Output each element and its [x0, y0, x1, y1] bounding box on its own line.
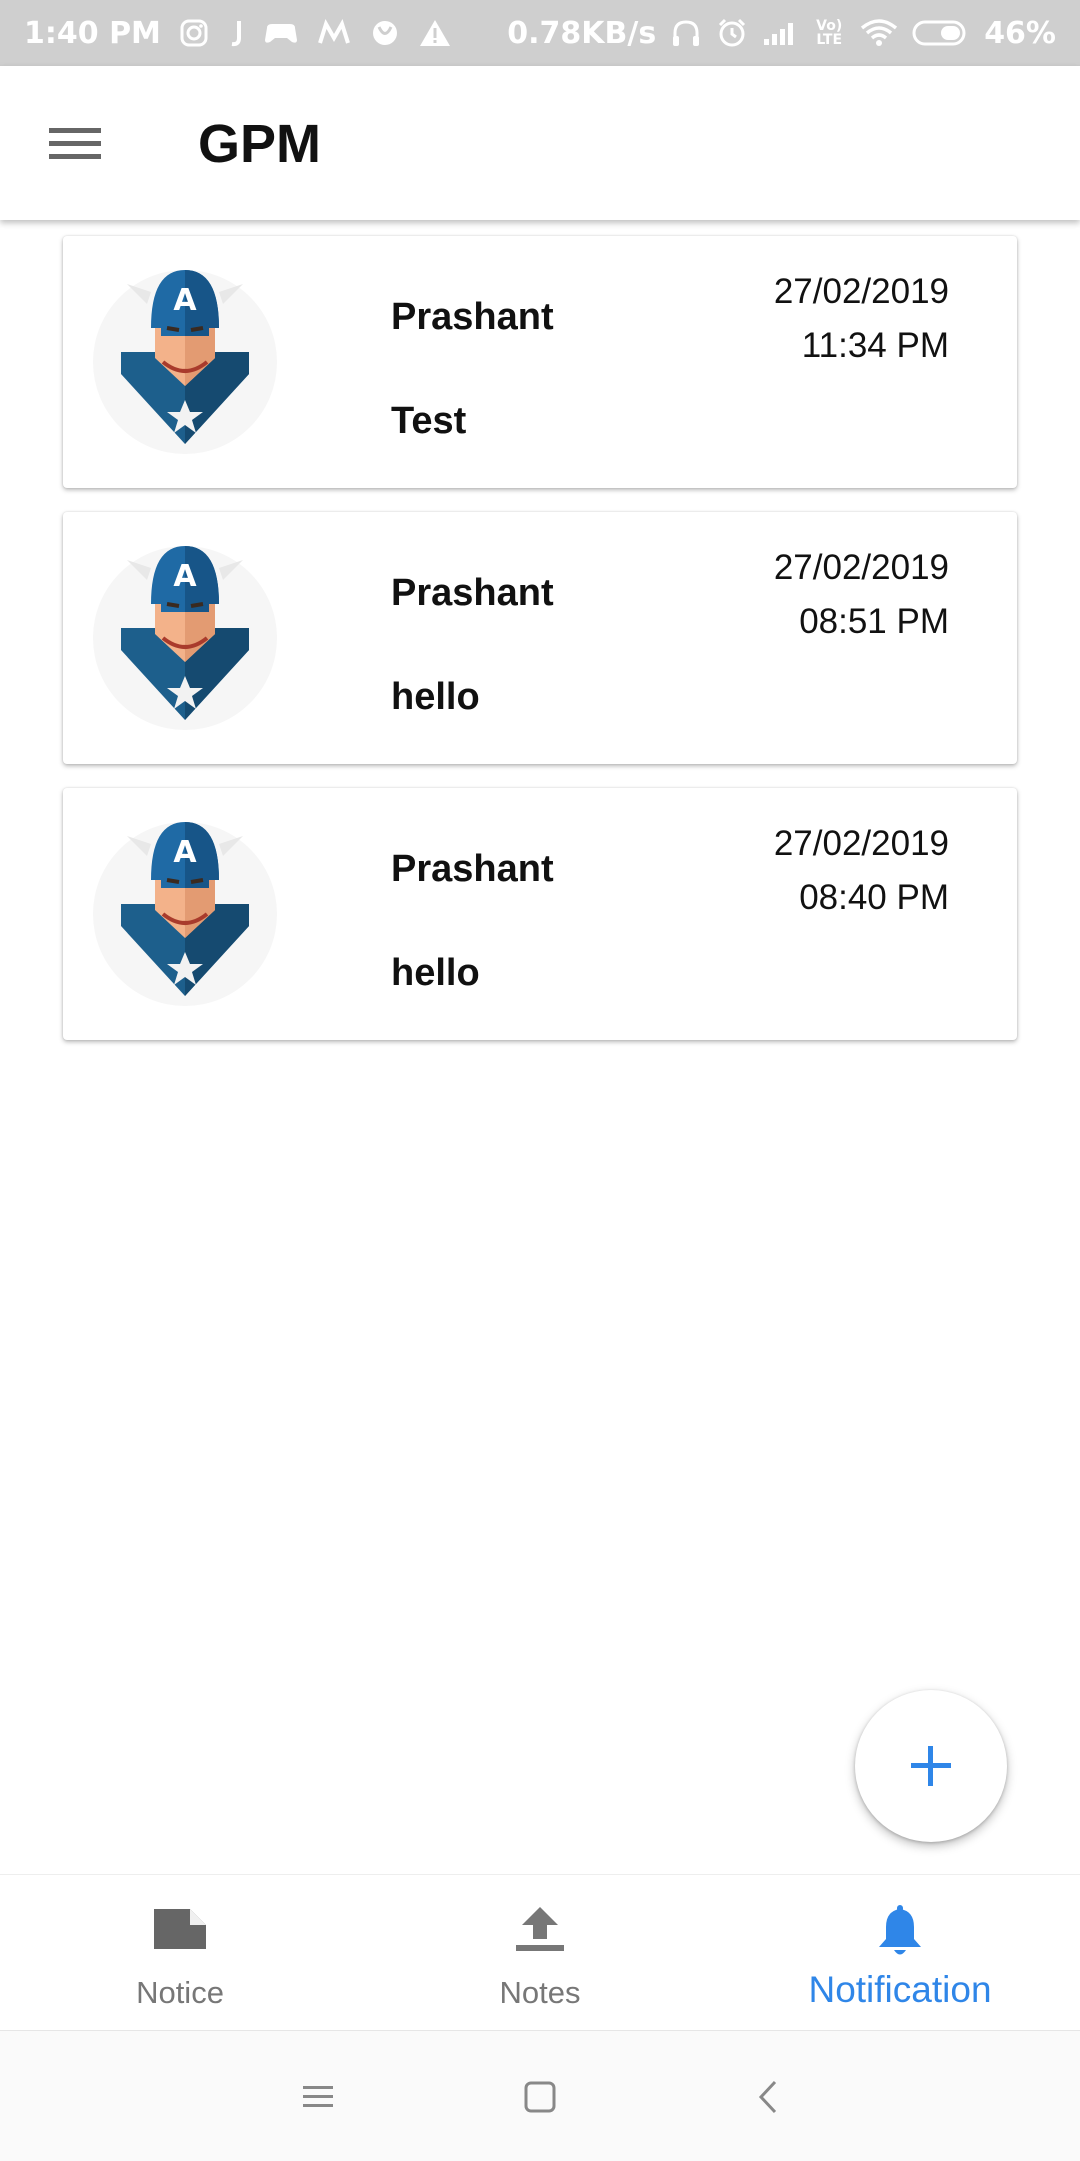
battery-percent: 46%: [984, 15, 1056, 51]
bottom-navigation: Notice Notes Notification: [0, 1874, 1080, 2031]
nav-item-notification[interactable]: Notification: [720, 1875, 1080, 2031]
jio-icon: [227, 18, 245, 48]
app-bar: GPM: [0, 66, 1080, 220]
network-speed: 0.78KB/s: [507, 15, 657, 51]
notification-card[interactable]: A Prashant Test 27/02/2019 11:34 PM: [63, 236, 1017, 488]
headphones-icon: [670, 17, 702, 49]
notification-time: 08:51 PM: [799, 602, 949, 641]
home-button[interactable]: [520, 2077, 560, 2117]
captain-avatar-icon: A: [93, 822, 277, 1006]
notification-message: hello: [391, 952, 480, 994]
notification-sender: Prashant: [391, 572, 554, 614]
hamburger-menu-icon: [49, 128, 101, 159]
uc-icon: [369, 18, 401, 48]
nav-label-notes: Notes: [499, 1975, 581, 2010]
notification-card[interactable]: A Prashant hello 27/02/2019 08:40 PM: [63, 788, 1017, 1040]
warning-icon: [419, 18, 451, 48]
status-bar: 1:40 PM 0.78KB/s Vo) LTE 46%: [0, 0, 1080, 66]
signal-icon: [762, 19, 798, 47]
system-navigation-bar: [0, 2030, 1080, 2161]
app-title: GPM: [198, 114, 322, 174]
notification-sender: Prashant: [391, 296, 554, 338]
alarm-icon: [716, 17, 748, 49]
notification-date: 27/02/2019: [773, 824, 949, 863]
svg-text:A: A: [173, 835, 197, 870]
notice-icon: [154, 1909, 206, 1949]
notification-message: Test: [391, 400, 467, 442]
m-icon: [317, 18, 351, 48]
back-button[interactable]: [748, 2077, 788, 2117]
add-fab-button[interactable]: [855, 1690, 1007, 1842]
notification-date: 27/02/2019: [773, 548, 949, 587]
notification-message: hello: [391, 676, 480, 718]
captain-avatar-icon: A: [93, 270, 277, 454]
nav-label-notice: Notice: [136, 1975, 224, 2010]
menu-lines-icon: [303, 2086, 333, 2107]
avatar: A: [91, 814, 279, 1012]
avatar: A: [91, 262, 279, 460]
plus-icon: [911, 1746, 951, 1786]
nav-item-notes[interactable]: Notes: [360, 1875, 720, 2031]
battery-icon: [912, 18, 970, 48]
notification-card[interactable]: A Prashant hello 27/02/2019 08:51 PM: [63, 512, 1017, 764]
instagram-icon: [179, 18, 209, 48]
wifi-icon: [860, 18, 898, 48]
upload-icon: [516, 1907, 564, 1951]
svg-text:A: A: [173, 559, 197, 594]
nav-label-notification: Notification: [808, 1969, 992, 2010]
svg-text:A: A: [173, 283, 197, 318]
captain-avatar-icon: A: [93, 546, 277, 730]
notification-sender: Prashant: [391, 848, 554, 890]
recents-button[interactable]: [298, 2077, 338, 2117]
volte-icon: Vo) LTE: [816, 18, 843, 48]
square-icon: [524, 2081, 556, 2113]
notification-time: 11:34 PM: [801, 326, 949, 365]
menu-button[interactable]: [40, 114, 114, 174]
avatar: A: [91, 538, 279, 736]
game-icon: [263, 18, 299, 48]
notification-date: 27/02/2019: [773, 272, 949, 311]
bell-icon: [879, 1905, 921, 1955]
status-time: 1:40 PM: [24, 15, 161, 51]
nav-item-notice[interactable]: Notice: [0, 1875, 360, 2031]
chevron-left-icon: [758, 2080, 777, 2114]
notification-time: 08:40 PM: [799, 878, 949, 917]
